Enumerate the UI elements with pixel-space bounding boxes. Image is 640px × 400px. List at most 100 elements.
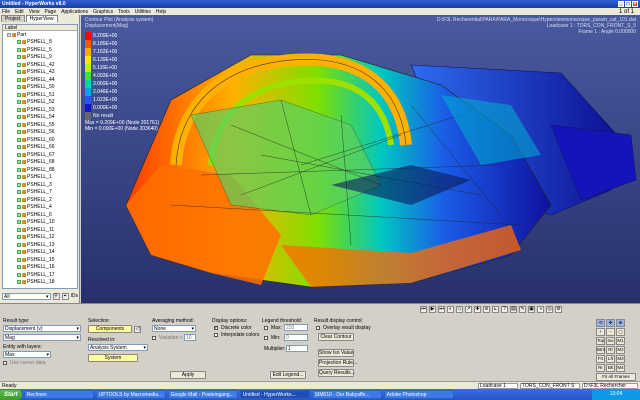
tree-item[interactable]: PSHELL_14 — [3, 249, 77, 257]
iso-icon[interactable]: ≋ — [483, 306, 490, 313]
visibility-icon[interactable] — [17, 40, 21, 45]
task-item[interactable]: SIM010 - Der Babyaffe... — [311, 390, 382, 399]
tree-item[interactable]: PSHELL_18 — [3, 279, 77, 287]
view-front-button[interactable]: Frt — [596, 355, 605, 363]
view-right-button[interactable]: Rt — [606, 346, 615, 354]
tree-item[interactable]: PSHELL_6 — [3, 211, 77, 219]
tree-item[interactable]: PSHELL_8 — [3, 39, 77, 47]
visibility-icon[interactable] — [17, 107, 21, 112]
zoom-in-icon[interactable]: + — [596, 328, 605, 336]
max-checkbox[interactable] — [264, 326, 268, 330]
vector-icon[interactable]: ↗ — [465, 306, 472, 313]
visibility-icon[interactable] — [17, 145, 21, 150]
tree-item[interactable]: PSHELL_2 — [3, 196, 77, 204]
minimize-button[interactable]: _ — [618, 1, 624, 7]
view-left-button[interactable]: Lft — [606, 355, 615, 363]
tree-item[interactable]: PSHELL_5 — [3, 46, 77, 54]
visibility-icon[interactable] — [17, 47, 21, 52]
tree-item[interactable]: PSHELL_54 — [3, 114, 77, 122]
visibility-icon[interactable] — [17, 92, 21, 97]
visibility-icon[interactable] — [17, 197, 21, 202]
visibility-icon[interactable] — [17, 160, 21, 165]
interpolate-checkbox[interactable] — [214, 333, 218, 337]
tree-item[interactable]: PSHELL_11 — [3, 226, 77, 234]
tree-item[interactable]: PSHELL_55 — [3, 121, 77, 129]
tree-item[interactable]: PSHELL_4 — [3, 204, 77, 212]
clear-contour-button[interactable]: Clear Contour — [318, 333, 354, 341]
menu-file[interactable]: File — [2, 9, 10, 15]
visibility-icon[interactable] — [17, 242, 21, 247]
note-icon[interactable]: ✎ — [519, 306, 526, 313]
tree-item[interactable]: PSHELL_1 — [3, 174, 77, 182]
view-bottom-button[interactable]: Btm — [596, 346, 605, 354]
pan-icon[interactable]: ✥ — [606, 319, 615, 327]
measure-icon[interactable]: ⊾ — [492, 306, 499, 313]
view-m4-button[interactable]: M4 — [616, 364, 625, 372]
task-item[interactable]: Adobe Photoshop — [383, 390, 454, 399]
multiplier-field[interactable]: 1 — [286, 345, 308, 352]
tab-project[interactable]: Project — [1, 15, 25, 22]
view-back-button[interactable]: Bk — [606, 364, 615, 372]
resolved-dropdown[interactable]: Analysis System — [88, 344, 148, 351]
tree-item[interactable]: PSHELL_9 — [3, 54, 77, 62]
display-icon[interactable]: ◎ — [546, 306, 553, 313]
averaging-dropdown[interactable]: None — [152, 325, 196, 332]
visibility-icon[interactable] — [17, 175, 21, 180]
tab-hyperview[interactable]: HyperView — [25, 15, 58, 22]
discrete-color-checkbox[interactable] — [214, 325, 218, 331]
task-item-active[interactable]: Untitled - HyperWorks... — [239, 390, 310, 399]
zoom-out-icon[interactable]: − — [606, 328, 615, 336]
zoom-icon[interactable]: ⊕ — [616, 319, 625, 327]
tree-item[interactable]: PSHELL_42 — [3, 61, 77, 69]
visibility-icon[interactable] — [17, 55, 21, 60]
fit-all-frames-button[interactable]: Fit All Frames — [596, 373, 636, 381]
tree-item[interactable]: PSHELL_43 — [3, 69, 77, 77]
variation-field[interactable]: 10 — [184, 334, 196, 341]
fit-icon[interactable]: ▢ — [616, 328, 625, 336]
contour-icon[interactable]: ◐ — [447, 306, 454, 313]
tree-item[interactable]: PSHELL_53 — [3, 106, 77, 114]
visibility-icon[interactable] — [17, 130, 21, 135]
play-icon[interactable]: ▶ — [429, 306, 436, 313]
visibility-icon[interactable] — [17, 265, 21, 270]
visibility-icon[interactable] — [17, 70, 21, 75]
visibility-icon[interactable] — [17, 137, 21, 142]
result-type-dropdown[interactable]: Displacement (v) — [3, 325, 81, 332]
tree-item[interactable]: PSHELL_17 — [3, 271, 77, 279]
menu-edit[interactable]: Edit — [15, 9, 24, 15]
view-m2-button[interactable]: M2 — [616, 346, 625, 354]
visibility-icon[interactable] — [17, 77, 21, 82]
min-field[interactable]: 0 — [284, 334, 308, 341]
tree-item[interactable]: PSHELL_15 — [3, 256, 77, 264]
first-frame-icon[interactable]: ⏮ — [420, 306, 427, 313]
visibility-icon[interactable] — [17, 115, 21, 120]
contour-legend[interactable]: 9.209E+00 8.185E+00 7.162E+00 6.139E+00 5.11… — [85, 32, 159, 132]
reset-selection-icon[interactable]: ◁ — [134, 326, 141, 333]
select-icon[interactable]: ⌖ — [61, 292, 69, 300]
start-button[interactable]: Start — [0, 389, 22, 400]
tree-item[interactable]: PSHELL_88 — [3, 166, 77, 174]
tensor-icon[interactable]: ✚ — [474, 306, 481, 313]
components-button[interactable]: Components — [88, 325, 132, 333]
tree-item[interactable]: PSHELL_7 — [3, 189, 77, 197]
section-icon[interactable]: ▤ — [510, 306, 517, 313]
visibility-icon[interactable] — [17, 122, 21, 127]
tree-item[interactable]: PSHELL_10 — [3, 219, 77, 227]
overlay-checkbox[interactable] — [316, 326, 320, 330]
visibility-icon[interactable] — [17, 167, 21, 172]
part-tree[interactable]: Label − Part PSHELL_8 PSHELL_5 PSHELL_9 PSH… — [2, 24, 78, 289]
view-top-button[interactable]: Top — [596, 337, 605, 345]
maximize-button[interactable]: □ — [625, 1, 631, 7]
visibility-icon[interactable] — [17, 235, 21, 240]
menu-tools[interactable]: Tools — [118, 9, 130, 15]
menu-applications[interactable]: Applications — [61, 9, 88, 15]
min-checkbox[interactable] — [264, 336, 268, 340]
visibility-icon[interactable] — [17, 205, 21, 210]
tree-item[interactable]: PSHELL_44 — [3, 76, 77, 84]
tree-root[interactable]: − Part — [3, 31, 77, 39]
visibility-icon[interactable] — [17, 280, 21, 285]
rotate-icon[interactable]: ⟲ — [596, 319, 605, 327]
collapse-icon[interactable]: − — [7, 32, 11, 37]
visibility-icon[interactable] — [17, 227, 21, 232]
visibility-icon[interactable] — [17, 182, 21, 187]
